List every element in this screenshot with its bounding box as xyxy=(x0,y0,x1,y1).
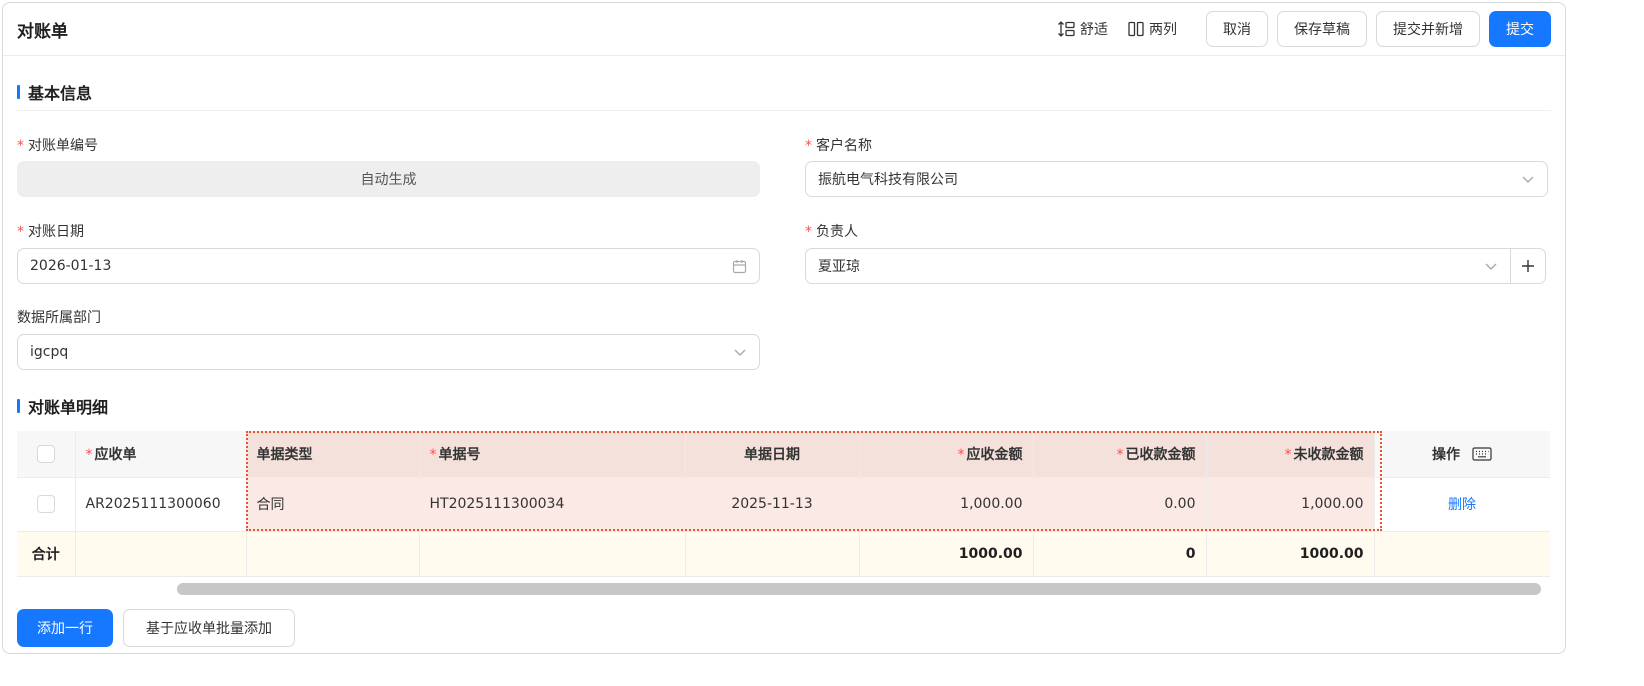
section-divider xyxy=(17,110,1551,111)
cell-unreceived-amount[interactable]: 1,000.00 xyxy=(1206,477,1375,532)
summary-receivable-amount: 1000.00 xyxy=(859,531,1034,577)
layout-label: 两列 xyxy=(1149,22,1177,38)
chevron-down-icon xyxy=(1484,259,1498,273)
density-label: 舒适 xyxy=(1080,22,1108,38)
statement-date-picker[interactable]: 2026-01-13 xyxy=(17,248,760,284)
cell-received-amount[interactable]: 0.00 xyxy=(1033,477,1207,532)
owner-select[interactable]: 夏亚琼 xyxy=(805,248,1511,284)
submit-and-new-button[interactable]: 提交并新增 xyxy=(1376,11,1480,47)
row-select-cell xyxy=(17,477,76,532)
cancel-button[interactable]: 取消 xyxy=(1206,11,1268,47)
table-header-row: * 应收单 单据类型 * 单据号 单据日期 * 应收金额 * 已收款金额 * 未收款金额 … xyxy=(17,431,1550,478)
section-accent-bar xyxy=(17,399,20,413)
summary-received-amount: 0 xyxy=(1033,531,1207,577)
col-header-action: 操作 xyxy=(1374,431,1550,478)
customer-name-label: * 客户名称 xyxy=(805,138,872,154)
detail-table-wrap: * 应收单 单据类型 * 单据号 单据日期 * 应收金额 * 已收款金额 * 未收款金额 … xyxy=(17,431,1550,597)
form-header: 对账单 舒适 两列 取消 保存草稿 提交并新增 提交 xyxy=(3,3,1565,56)
batch-add-button[interactable]: 基于应收单批量添加 xyxy=(123,609,295,647)
section-accent-bar xyxy=(17,85,20,99)
table-row: AR2025111300060 合同 HT2025111300034 2025-… xyxy=(17,477,1550,532)
col-header-receivable: * 应收单 xyxy=(75,431,247,478)
customer-name-select[interactable]: 振航电气科技有限公司 xyxy=(805,161,1548,197)
summary-unreceived-amount: 1000.00 xyxy=(1206,531,1375,577)
required-mark: * xyxy=(805,224,812,240)
add-row-button[interactable]: 添加一行 xyxy=(17,609,113,647)
customer-name-value: 振航电气科技有限公司 xyxy=(818,172,958,188)
summary-empty-cell xyxy=(685,531,860,577)
basic-info-title-text: 基本信息 xyxy=(28,84,93,103)
cell-doc-no[interactable]: HT2025111300034 xyxy=(419,477,686,532)
owner-value: 夏亚琼 xyxy=(818,259,860,275)
detail-section-title: 对账单明细 xyxy=(17,394,108,418)
col-header-received-amount: * 已收款金额 xyxy=(1033,431,1207,478)
submit-button[interactable]: 提交 xyxy=(1489,11,1551,47)
required-mark: * xyxy=(17,224,24,240)
statement-no-label: * 对账单编号 xyxy=(17,138,98,154)
cell-receivable[interactable]: AR2025111300060 xyxy=(75,477,247,532)
calendar-icon xyxy=(732,259,747,274)
owner-label: * 负责人 xyxy=(805,224,858,240)
statement-form-window: 对账单 舒适 两列 取消 保存草稿 提交并新增 提交 基本信息 *对账单编号 xyxy=(2,2,1566,654)
department-value: igcpq xyxy=(30,344,69,360)
required-mark: * xyxy=(805,138,812,154)
summary-empty-cell xyxy=(75,531,247,577)
summary-label: 合计 xyxy=(17,531,76,577)
summary-empty-cell xyxy=(246,531,420,577)
summary-empty-cell xyxy=(419,531,686,577)
col-header-doc-no: * 单据号 xyxy=(419,431,686,478)
statement-no-value: 自动生成 xyxy=(360,172,417,188)
summary-empty-cell xyxy=(1374,531,1550,577)
col-header-doc-type: 单据类型 xyxy=(246,431,420,478)
summary-row: 合计 1000.00 0 1000.00 xyxy=(17,531,1550,577)
department-label: 数据所属部门 xyxy=(17,310,101,326)
detail-table: * 应收单 单据类型 * 单据号 单据日期 * 应收金额 * 已收款金额 * 未收款金额 … xyxy=(17,431,1550,577)
layout-toggle[interactable]: 两列 xyxy=(1128,19,1177,39)
page-title: 对账单 xyxy=(17,21,68,42)
statement-no-field: 自动生成 xyxy=(17,161,760,197)
detail-title-text: 对账单明细 xyxy=(28,398,109,417)
required-mark: * xyxy=(17,138,24,154)
action-header-text: 操作 xyxy=(1432,446,1460,463)
plus-icon xyxy=(1522,260,1534,272)
delete-row-link[interactable]: 删除 xyxy=(1448,497,1476,513)
row-height-icon xyxy=(1058,21,1075,37)
save-draft-button[interactable]: 保存草稿 xyxy=(1277,11,1367,47)
department-select[interactable]: igcpq xyxy=(17,334,760,370)
select-all-checkbox[interactable] xyxy=(36,444,55,463)
table-horizontal-scrollbar[interactable] xyxy=(177,583,1541,595)
density-toggle[interactable]: 舒适 xyxy=(1057,19,1108,39)
add-owner-button[interactable] xyxy=(1510,248,1546,284)
basic-info-section-title: 基本信息 xyxy=(17,80,92,104)
scrollbar-thumb[interactable] xyxy=(177,583,1541,595)
keyboard-icon[interactable] xyxy=(1472,447,1492,461)
statement-date-label: * 对账日期 xyxy=(17,224,84,240)
chevron-down-icon xyxy=(1521,172,1535,186)
col-header-doc-date: 单据日期 xyxy=(685,431,860,478)
cell-receivable-amount[interactable]: 1,000.00 xyxy=(859,477,1034,532)
select-all-cell xyxy=(17,431,76,478)
col-header-unreceived-amount: * 未收款金额 xyxy=(1206,431,1375,478)
chevron-down-icon xyxy=(733,345,747,359)
row-checkbox[interactable] xyxy=(36,495,55,513)
statement-date-value: 2026-01-13 xyxy=(30,258,112,274)
cell-doc-type[interactable]: 合同 xyxy=(246,477,420,532)
cell-doc-date[interactable]: 2025-11-13 xyxy=(685,477,860,532)
col-header-receivable-amount: * 应收金额 xyxy=(859,431,1034,478)
cell-action: 删除 xyxy=(1374,477,1550,532)
two-column-icon xyxy=(1128,21,1144,37)
